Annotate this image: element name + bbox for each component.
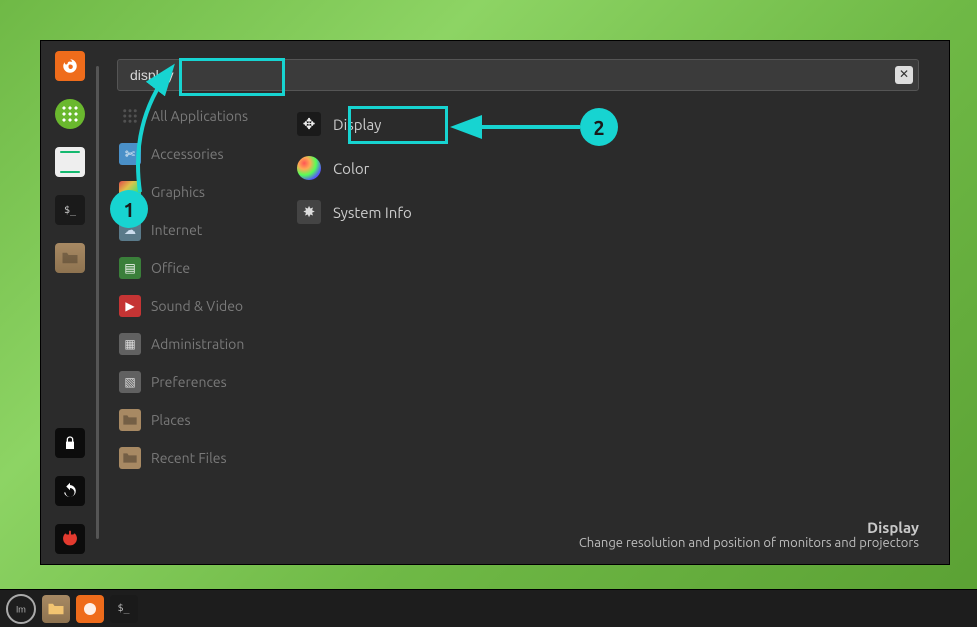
results-list: ✥ Display Color ✸ System Info — [289, 107, 420, 229]
search-input[interactable] — [117, 59, 919, 91]
all-icon — [119, 105, 141, 127]
taskbar-files-icon[interactable] — [42, 595, 70, 623]
taskbar-terminal-icon[interactable]: $_ — [110, 595, 138, 623]
result-label: System Info — [333, 204, 412, 221]
category-internet[interactable]: ☁ Internet — [113, 215, 289, 245]
lock-screen-icon[interactable] — [55, 428, 85, 458]
terminal-icon[interactable]: $_ — [55, 195, 85, 225]
category-places[interactable]: Places — [113, 405, 289, 435]
start-button[interactable]: lm — [6, 594, 36, 624]
sys-icon: ✸ — [297, 200, 321, 224]
taskbar: lm $_ — [0, 589, 977, 627]
color-icon — [297, 156, 321, 180]
rec-icon — [119, 447, 141, 469]
category-label: Accessories — [151, 146, 224, 162]
category-office[interactable]: ▤ Office — [113, 253, 289, 283]
applications-icon[interactable] — [55, 99, 85, 129]
category-accessories[interactable]: ✄ Accessories — [113, 139, 289, 169]
category-recent-files[interactable]: Recent Files — [113, 443, 289, 473]
logout-icon[interactable] — [55, 476, 85, 506]
start-menu: $_ All Applications ✄ Accessories Graphics ☁… — [40, 40, 950, 565]
category-sound-video[interactable]: ▶ Sound & Video — [113, 291, 289, 321]
footer-desc: Change resolution and position of monito… — [579, 536, 919, 550]
gfx-icon — [119, 181, 141, 203]
category-label: Office — [151, 260, 190, 276]
footer-title: Display — [579, 519, 919, 536]
adm-icon: ▦ — [119, 333, 141, 355]
category-label: Internet — [151, 222, 202, 238]
result-label: Display — [333, 116, 381, 133]
firefox-icon[interactable] — [55, 51, 85, 81]
result-color[interactable]: Color — [289, 151, 420, 185]
category-label: All Applications — [151, 108, 248, 124]
power-icon[interactable] — [55, 524, 85, 554]
clear-search-icon[interactable]: ✕ — [895, 66, 913, 84]
display-icon: ✥ — [297, 112, 321, 136]
acc-icon: ✄ — [119, 143, 141, 165]
category-label: Sound & Video — [151, 298, 243, 314]
category-all-applications[interactable]: All Applications — [113, 101, 289, 131]
category-label: Graphics — [151, 184, 205, 200]
category-label: Preferences — [151, 374, 227, 390]
result-label: Color — [333, 160, 369, 177]
category-administration[interactable]: ▦ Administration — [113, 329, 289, 359]
results-area: ✕ ✥ Display Color ✸ System Info Display Chan… — [289, 41, 949, 564]
category-label: Administration — [151, 336, 244, 352]
files-icon[interactable] — [55, 243, 85, 273]
result-system-info[interactable]: ✸ System Info — [289, 195, 420, 229]
taskbar-firefox-icon[interactable] — [76, 595, 104, 623]
category-graphics[interactable]: Graphics — [113, 177, 289, 207]
favorites-column: $_ — [41, 41, 99, 564]
category-label: Places — [151, 412, 191, 428]
off-icon: ▤ — [119, 257, 141, 279]
pref-icon: ▧ — [119, 371, 141, 393]
category-preferences[interactable]: ▧ Preferences — [113, 367, 289, 397]
net-icon: ☁ — [119, 219, 141, 241]
settings-icon[interactable] — [55, 147, 85, 177]
svg-text:lm: lm — [16, 604, 26, 614]
search-row: ✕ — [117, 59, 919, 91]
snd-icon: ▶ — [119, 295, 141, 317]
plc-icon — [119, 409, 141, 431]
app-description: Display Change resolution and position o… — [579, 519, 919, 550]
category-label: Recent Files — [151, 450, 227, 466]
result-display[interactable]: ✥ Display — [289, 107, 420, 141]
categories-column: All Applications ✄ Accessories Graphics ☁ Int… — [99, 41, 289, 564]
